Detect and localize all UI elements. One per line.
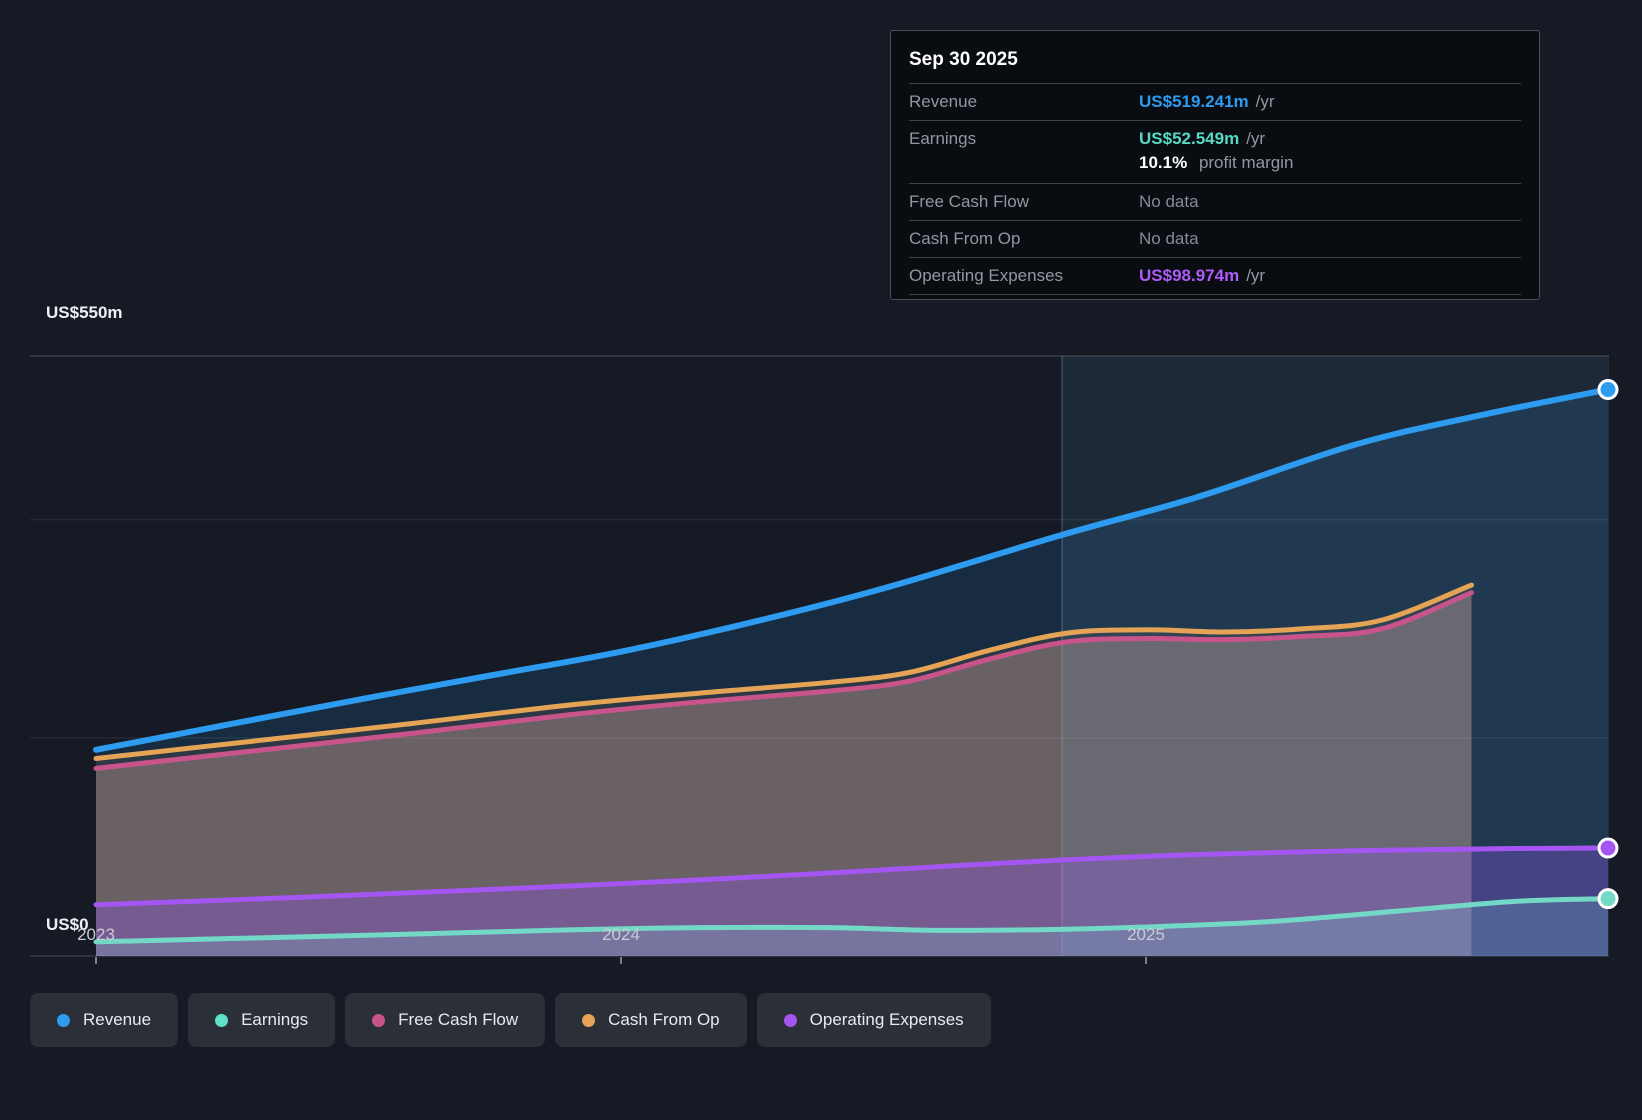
- x-tick-label-2024: 2024: [602, 925, 640, 944]
- legend-label: Revenue: [83, 1010, 152, 1029]
- tooltip-row-label: Free Cash Flow: [909, 192, 1029, 211]
- legend-chip-cash-from-op[interactable]: Cash From Op: [555, 993, 747, 1047]
- tooltip-row-suffix: /yr: [1246, 129, 1266, 148]
- tooltip-row-value: US$519.241m: [1139, 92, 1249, 111]
- tooltip-row-suffix: /yr: [1246, 266, 1266, 285]
- tooltip-row-value: No data: [1139, 229, 1199, 248]
- tooltip-row-label: Operating Expenses: [909, 266, 1064, 285]
- chart-legend: Revenue Earnings Free Cash Flow Cash Fro…: [30, 993, 991, 1047]
- legend-label: Cash From Op: [608, 1010, 720, 1029]
- tooltip-row-label: Cash From Op: [909, 229, 1021, 248]
- tooltip-row-label: Revenue: [909, 92, 978, 111]
- legend-label: Operating Expenses: [809, 1010, 964, 1029]
- legend-label: Earnings: [241, 1010, 309, 1029]
- tooltip-row-earnings: Earnings US$52.549m /yr: [909, 121, 1521, 153]
- tooltip-row-free-cash-flow: Free Cash Flow No data: [909, 184, 1521, 221]
- tooltip-row-cash-from-op: Cash From Op No data: [909, 221, 1521, 258]
- revenue-dot-icon: [57, 1013, 70, 1027]
- profit-margin-text: profit margin: [1198, 153, 1294, 172]
- tooltip-date: Sep 30 2025: [909, 39, 1521, 84]
- legend-label: Free Cash Flow: [398, 1010, 519, 1029]
- highlight-band: [1062, 356, 1609, 956]
- x-tick-label-2023: 2023: [77, 925, 115, 944]
- legend-chip-revenue[interactable]: Revenue: [30, 993, 179, 1047]
- tooltip-row-label: Earnings: [909, 129, 977, 148]
- cash-from-op-dot-icon: [582, 1013, 596, 1027]
- financials-chart-page: { "tooltip": { "date": "Sep 30 2025", "r…: [0, 0, 1642, 1120]
- legend-chip-operating-expenses[interactable]: Operating Expenses: [756, 993, 991, 1047]
- legend-chip-free-cash-flow[interactable]: Free Cash Flow: [345, 993, 546, 1047]
- tooltip-row-value: US$98.974m: [1139, 266, 1240, 285]
- tooltip-row-value: No data: [1139, 192, 1199, 211]
- end-marker-operating-expenses: [1597, 837, 1619, 859]
- earnings-dot-icon: [215, 1013, 229, 1027]
- tooltip-row-value: US$52.549m: [1139, 129, 1240, 148]
- tooltip-row-revenue: Revenue US$519.241m /yr: [909, 84, 1521, 121]
- tooltip-row-operating-expenses: Operating Expenses US$98.974m /yr: [909, 258, 1521, 295]
- tooltip-row-suffix: /yr: [1255, 92, 1275, 111]
- y-axis-max-label: US$550m: [46, 303, 123, 322]
- end-marker-revenue: [1597, 379, 1619, 401]
- end-marker-earnings: [1597, 888, 1619, 910]
- free-cash-flow-dot-icon: [372, 1013, 386, 1027]
- tooltip-profit-margin-row: 10.1% profit margin: [909, 153, 1521, 184]
- operating-expenses-dot-icon: [783, 1013, 797, 1027]
- x-tick-label-2025: 2025: [1127, 925, 1165, 944]
- tooltip-panel: Sep 30 2025 Revenue US$519.241m /yr Earn…: [890, 30, 1540, 300]
- legend-chip-earnings[interactable]: Earnings: [188, 993, 336, 1047]
- profit-margin-value: 10.1%: [1139, 153, 1188, 172]
